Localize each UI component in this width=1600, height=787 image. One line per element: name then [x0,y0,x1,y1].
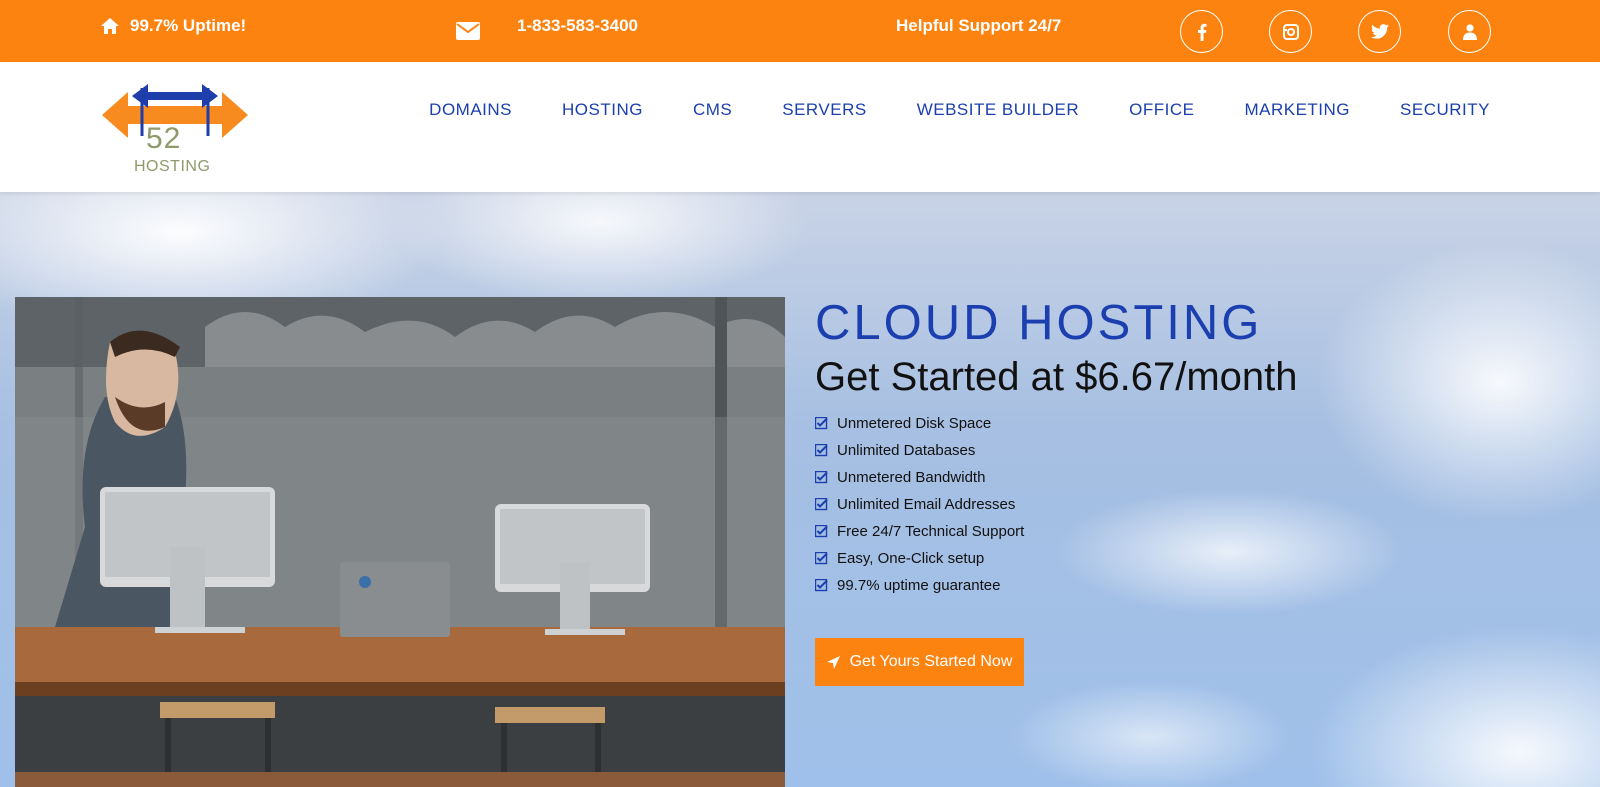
checkbox-check-icon [815,444,828,457]
nav-hosting[interactable]: HOSTING [562,100,643,120]
nav-marketing[interactable]: MARKETING [1244,100,1350,120]
get-started-button[interactable]: Get Yours Started Now [815,638,1024,686]
mail-icon [456,22,480,40]
hero-title: CLOUD HOSTING [815,296,1263,350]
hero-content: CLOUD HOSTING Get Started at $6.67/month… [815,296,1515,599]
checkbox-check-icon [815,579,828,592]
list-item: Unlimited Databases [815,437,1515,464]
nav-servers[interactable]: SERVERS [782,100,866,120]
site-header: 52 HOSTING DOMAINS HOSTING CMS SERVERS W… [0,62,1600,192]
phone-link[interactable]: 1-833-583-3400 [517,16,638,36]
feature-text: Unmetered Disk Space [837,415,992,432]
location-arrow-icon [826,655,840,669]
hero-section: CLOUD HOSTING Get Started at $6.67/month… [0,192,1600,787]
support-text: Helpful Support 24/7 [896,16,1062,35]
account-button[interactable] [1448,10,1491,53]
user-icon [1462,23,1477,40]
main-nav: DOMAINS HOSTING CMS SERVERS WEBSITE BUIL… [429,100,1490,120]
hero-subtitle: Get Started at $6.67/month [815,355,1298,399]
nav-domains[interactable]: DOMAINS [429,100,512,120]
top-bar: 99.7% Uptime! 1-833-583-3400 Helpful Sup… [0,0,1600,62]
facebook-button[interactable] [1180,10,1223,53]
list-item: Free 24/7 Technical Support [815,518,1515,545]
checkbox-check-icon [815,498,828,511]
nav-website-builder[interactable]: WEBSITE BUILDER [917,100,1079,120]
twitter-icon [1370,24,1389,39]
list-item: Unmetered Disk Space [815,410,1515,437]
checkbox-check-icon [815,525,828,538]
nav-security[interactable]: SECURITY [1400,100,1490,120]
logo-number: 52 [146,122,182,155]
logo[interactable]: 52 HOSTING [100,78,250,178]
instagram-button[interactable] [1269,10,1312,53]
checkbox-check-icon [815,417,828,430]
support-info: Helpful Support 24/7 [896,16,1061,36]
uptime-text: 99.7% Uptime! [130,16,247,35]
checkbox-check-icon [815,552,828,565]
logo-wordmark: HOSTING [134,158,211,175]
uptime-info: 99.7% Uptime! [100,16,246,36]
phone-text: 1-833-583-3400 [517,16,638,35]
feature-text: Free 24/7 Technical Support [837,523,1025,540]
feature-list: Unmetered Disk Space Unlimited Databases… [815,410,1515,599]
list-item: Easy, One-Click setup [815,545,1515,572]
checkbox-check-icon [815,471,828,484]
feature-text: Unmetered Bandwidth [837,469,986,486]
list-item: Unmetered Bandwidth [815,464,1515,491]
nav-office[interactable]: OFFICE [1129,100,1194,120]
feature-text: Unlimited Email Addresses [837,496,1016,513]
home-icon [101,18,119,34]
feature-text: Easy, One-Click setup [837,550,985,567]
list-item: 99.7% uptime guarantee [815,572,1515,599]
feature-text: Unlimited Databases [837,442,976,459]
instagram-icon [1282,23,1299,40]
twitter-button[interactable] [1358,10,1401,53]
feature-text: 99.7% uptime guarantee [837,577,1001,594]
nav-cms[interactable]: CMS [693,100,732,120]
facebook-icon [1197,23,1206,41]
office-illustration [15,297,785,787]
cta-label: Get Yours Started Now [849,653,1013,670]
list-item: Unlimited Email Addresses [815,491,1515,518]
hero-office-photo [15,297,785,787]
